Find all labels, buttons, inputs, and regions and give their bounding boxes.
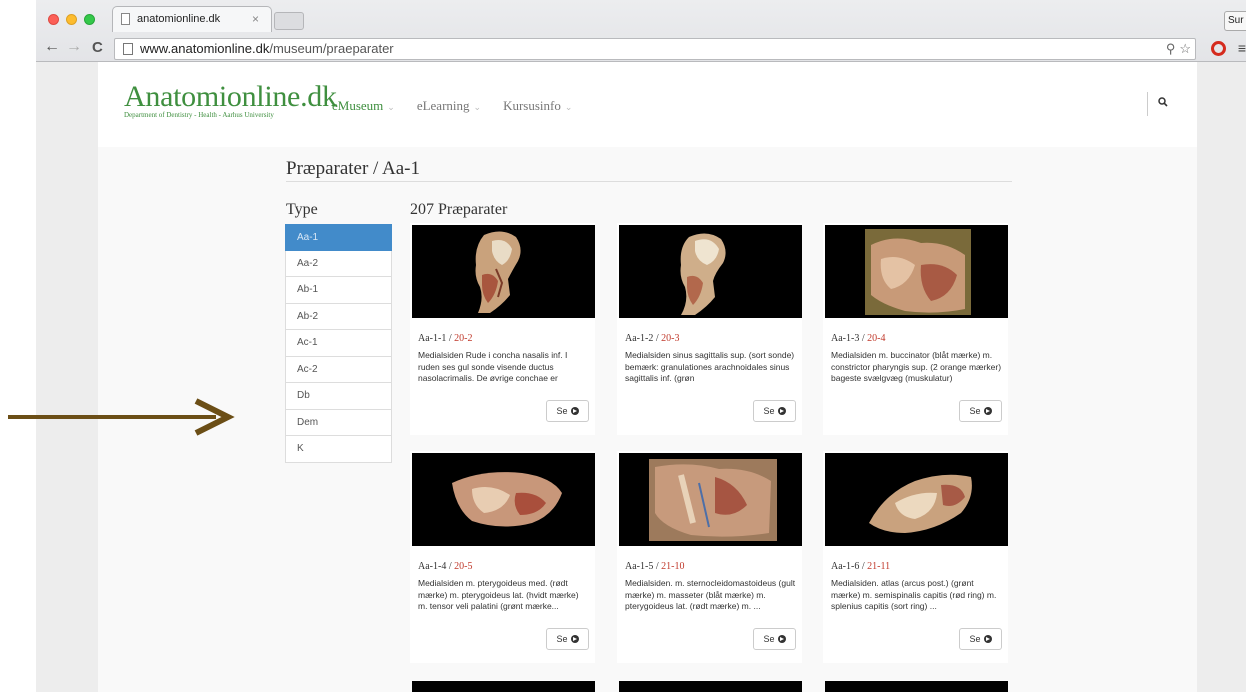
see-button[interactable]: Se	[546, 400, 589, 422]
url-domain: www.anatomionline.dk	[140, 41, 270, 56]
zoom-icon[interactable]: ⚲	[1166, 39, 1176, 59]
nav-kursusinfo[interactable]: Kursusinfo ⌄	[503, 98, 572, 114]
specimen-image[interactable]	[825, 453, 1008, 546]
close-window-button[interactable]	[48, 14, 59, 25]
specimen-count: 207 Præparater	[410, 201, 508, 218]
url-text: www.anatomionline.dk/museum/praeparater	[140, 39, 394, 59]
urlbar-actions: ⚲ ☆	[1166, 39, 1195, 59]
minimize-window-button[interactable]	[66, 14, 77, 25]
card-ref-link[interactable]: 20-3	[661, 333, 679, 344]
type-item-aa-2[interactable]: Aa-2	[285, 250, 392, 277]
card-ref-link[interactable]: 20-2	[454, 333, 472, 344]
card-ref-link[interactable]: 21-10	[661, 561, 684, 572]
type-heading: Type	[286, 201, 318, 218]
star-icon[interactable]: ☆	[1179, 39, 1191, 59]
arrow-circle-right-icon	[570, 635, 579, 643]
specimen-card: Aa-1-5 / 21-10 Medialsiden. m. sternocle…	[617, 451, 802, 663]
window-controls	[48, 14, 95, 25]
browser-tab[interactable]: anatomionline.dk ×	[112, 6, 272, 32]
arrow-circle-right-icon	[570, 407, 579, 415]
specimen-card: Aa-1-2 / 20-3 Medialsiden sinus sagittal…	[617, 223, 802, 435]
card-ref-link[interactable]: 21-11	[867, 561, 890, 572]
card-description: Medialsiden m. buccinator (blåt mærke) m…	[831, 350, 1002, 383]
specimen-card: Aa-1-1 / 20-2 Medialsiden Rude i concha …	[410, 223, 595, 435]
card-title: Aa-1-3 / 20-4	[831, 333, 886, 344]
arrow-circle-right-icon	[983, 407, 992, 415]
arrow-circle-right-icon	[983, 635, 992, 643]
card-description: Medialsiden. m. sternocleidomastoideus (…	[625, 578, 796, 611]
divider	[286, 181, 1012, 182]
specimen-image[interactable]	[619, 453, 802, 546]
chevron-down-icon: ⌄	[564, 102, 573, 112]
type-item-dem[interactable]: Dem	[285, 409, 392, 436]
specimen-image[interactable]	[825, 681, 1008, 692]
arrow-circle-right-icon	[777, 407, 786, 415]
specimen-card: Aa-1-6 / 21-11 Medialsiden. atlas (arcus…	[823, 451, 1008, 663]
card-title: Aa-1-1 / 20-2	[418, 333, 473, 344]
type-item-ab-1[interactable]: Ab-1	[285, 277, 392, 304]
page-title: Præparater / Aa-1	[286, 158, 421, 179]
reload-icon[interactable]: C	[92, 39, 103, 56]
see-button[interactable]: Se	[546, 628, 589, 650]
annotation-arrow-icon	[8, 398, 235, 436]
site-logo[interactable]: Anatomionline.dk	[124, 80, 337, 114]
card-title: Aa-1-6 / 21-11	[831, 561, 891, 572]
tab-title: anatomionline.dk	[137, 13, 221, 25]
type-item-aa-1[interactable]: Aa-1	[285, 224, 392, 251]
card-description: Medialsiden Rude i concha nasalis inf. I…	[418, 350, 568, 383]
url-path: /museum/praeparater	[269, 41, 394, 56]
nav-emuseum[interactable]: eMuseum ⌄	[332, 98, 395, 114]
forward-icon[interactable]: →	[66, 38, 82, 56]
arrow-circle-right-icon	[777, 635, 786, 643]
card-title: Aa-1-4 / 20-5	[418, 561, 473, 572]
specimen-image[interactable]	[825, 225, 1008, 318]
see-button[interactable]: Se	[753, 628, 796, 650]
see-button[interactable]: Se	[959, 400, 1002, 422]
back-icon[interactable]: ←	[44, 38, 60, 56]
address-bar[interactable]: www.anatomionline.dk/museum/praeparater …	[114, 38, 1196, 60]
specimen-image[interactable]	[412, 225, 595, 318]
card-description: Medialsiden sinus sagittalis sup. (sort …	[625, 350, 795, 383]
card-title: Aa-1-5 / 21-10	[625, 561, 685, 572]
zoom-window-button[interactable]	[84, 14, 95, 25]
type-item-ac-1[interactable]: Ac-1	[285, 330, 392, 357]
see-button[interactable]: Se	[753, 400, 796, 422]
type-item-ac-2[interactable]: Ac-2	[285, 356, 392, 383]
new-tab-button[interactable]	[274, 12, 304, 30]
card-title: Aa-1-2 / 20-3	[625, 333, 680, 344]
card-description: Medialsiden. atlas (arcus post.) (grønt …	[831, 578, 997, 611]
menu-icon[interactable]: ≡	[1238, 40, 1246, 56]
specimen-image[interactable]	[619, 681, 802, 692]
page-icon	[121, 13, 130, 25]
type-item-ab-2[interactable]: Ab-2	[285, 303, 392, 330]
card-ref-link[interactable]: 20-5	[454, 561, 472, 572]
specimen-image[interactable]	[412, 681, 595, 692]
search-icon[interactable]	[1158, 97, 1168, 107]
card-ref-link[interactable]: 20-4	[867, 333, 885, 344]
page-icon	[123, 43, 133, 55]
specimen-image[interactable]	[619, 225, 802, 318]
close-tab-icon[interactable]: ×	[252, 12, 259, 26]
main-nav: eMuseum ⌄ eLearning ⌄ Kursusinfo ⌄	[332, 98, 572, 114]
opera-extension-icon[interactable]	[1211, 41, 1226, 56]
type-item-k[interactable]: K	[285, 436, 392, 463]
specimen-card: Aa-1-4 / 20-5 Medialsiden m. pterygoideu…	[410, 451, 595, 663]
see-button[interactable]: Se	[959, 628, 1002, 650]
specimen-image[interactable]	[412, 453, 595, 546]
profile-button[interactable]: Sur	[1224, 11, 1246, 31]
card-description: Medialsiden m. pterygoideus med. (rødt m…	[418, 578, 579, 611]
chevron-down-icon: ⌄	[473, 102, 482, 112]
specimen-card: Aa-1-3 / 20-4 Medialsiden m. buccinator …	[823, 223, 1008, 435]
chevron-down-icon: ⌄	[387, 102, 395, 112]
site-logo-subtitle: Department of Dentistry - Health - Aarhu…	[124, 111, 274, 119]
nav-elearning[interactable]: eLearning ⌄	[417, 98, 481, 114]
type-filter-list: Aa-1 Aa-2 Ab-1 Ab-2 Ac-1 Ac-2 Db Dem K	[285, 224, 392, 463]
nav-divider	[1147, 92, 1148, 116]
type-item-db[interactable]: Db	[285, 383, 392, 410]
